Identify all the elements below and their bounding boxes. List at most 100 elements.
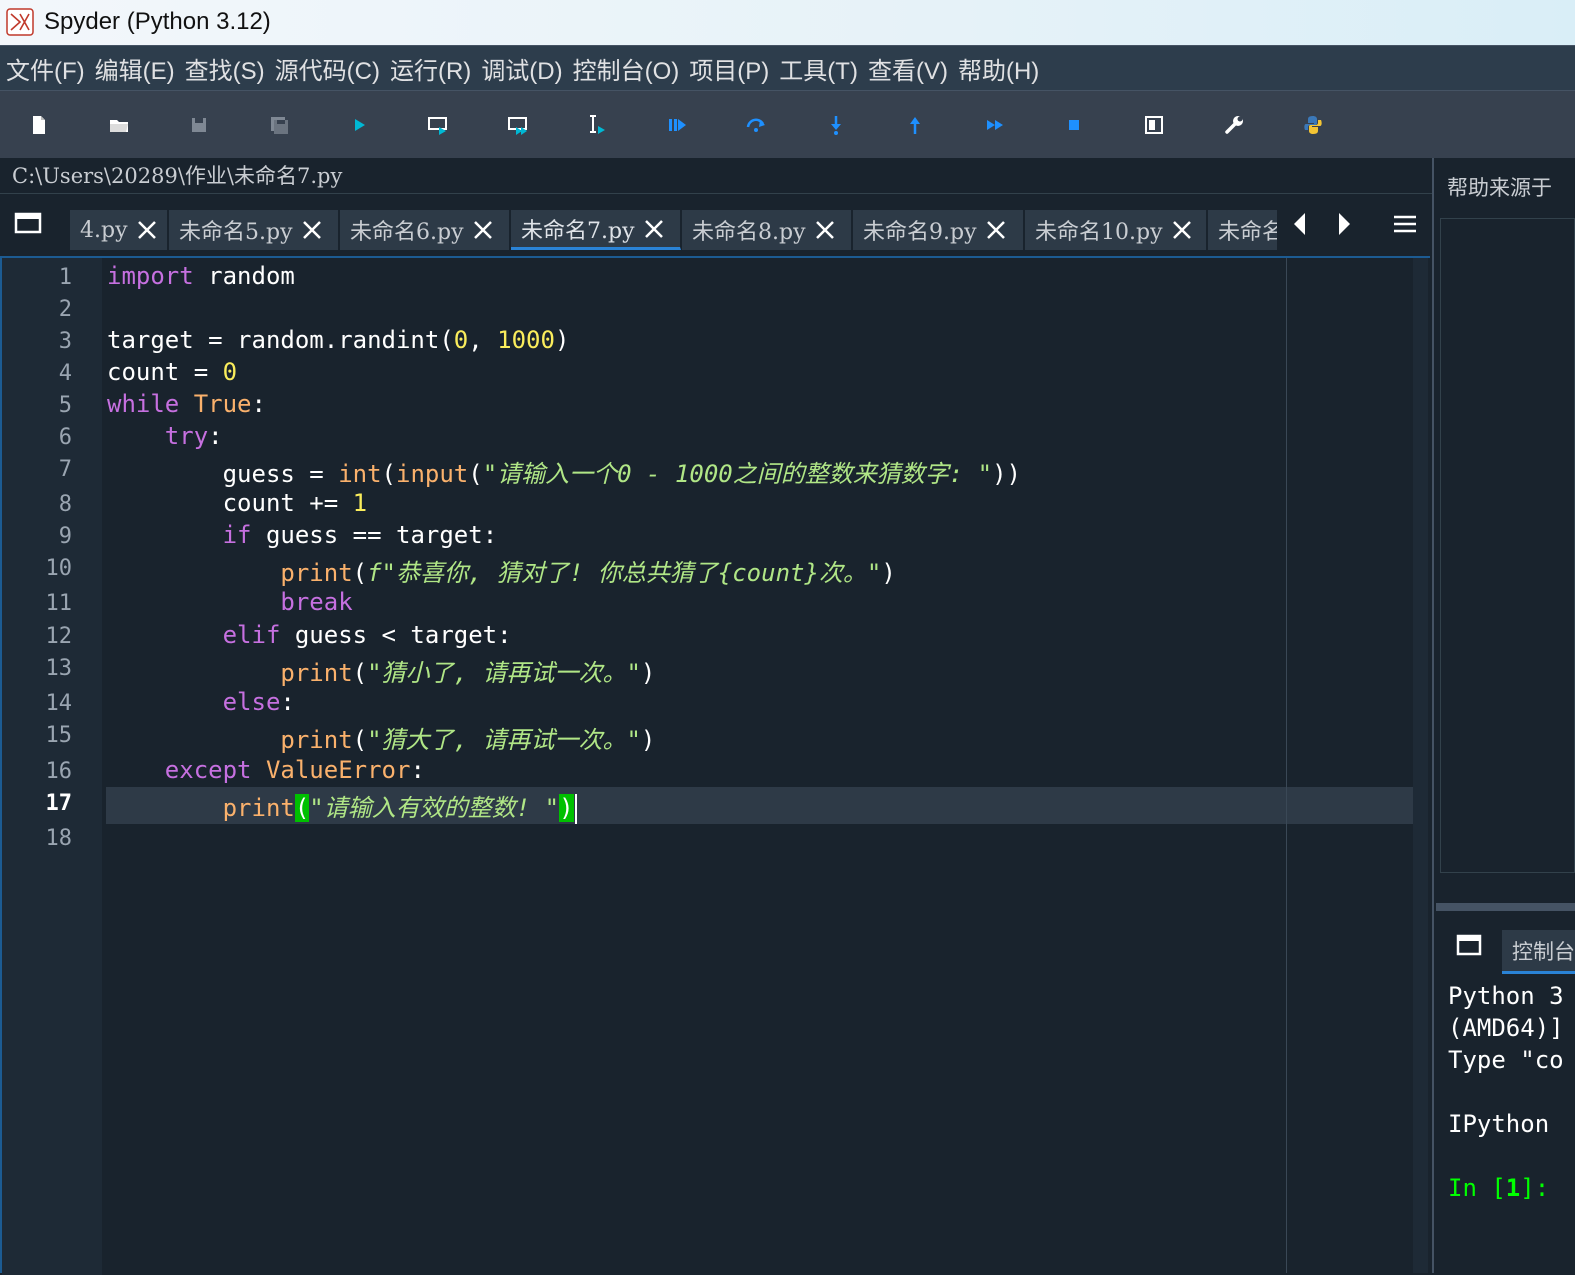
line-number: 1 — [58, 265, 72, 290]
code-line[interactable]: import random — [107, 262, 295, 290]
code-line[interactable]: break — [107, 588, 352, 616]
code-line[interactable]: print("猜小了, 请再试一次。") — [107, 653, 655, 688]
run-icon — [355, 119, 365, 131]
tab-label: 未命名6.py — [350, 220, 464, 245]
console-prompt: In [1]: — [1448, 1174, 1550, 1202]
console-output-line: IPython — [1448, 1110, 1550, 1138]
tab-label: 未命名 — [1218, 220, 1278, 245]
close-icon[interactable] — [1171, 219, 1193, 241]
editor-tab[interactable]: 未命名6.py — [340, 210, 510, 250]
editor-tab-active[interactable]: 未命名7.py — [511, 210, 681, 250]
menu-console[interactable]: 控制台(O) — [573, 51, 680, 86]
edge-line — [1286, 258, 1287, 1273]
editor-tab-bar: 4.py 未命名5.py 未命名6.py 未命名7.py 未命名8.py 未命名… — [0, 194, 1432, 256]
maximize-pane-button[interactable] — [1139, 111, 1169, 139]
scroll-tabs-right-icon[interactable] — [1334, 210, 1354, 238]
code-line[interactable]: if guess == target: — [107, 521, 498, 549]
run-cell-button[interactable] — [423, 111, 453, 139]
python-path-button[interactable] — [1298, 111, 1328, 139]
menu-help[interactable]: 帮助(H) — [958, 51, 1039, 86]
editor-tab[interactable]: 未命名10.py — [1025, 210, 1207, 250]
tab-label: 未命名10.py — [1035, 220, 1163, 245]
code-line[interactable]: except ValueError: — [107, 756, 425, 784]
line-number: 18 — [45, 826, 73, 851]
title-bar: Spyder (Python 3.12) — [0, 0, 1575, 45]
continue-icon — [987, 120, 1003, 130]
code-line[interactable]: print(f"恭喜你, 猜对了! 你总共猜了{count}次。") — [107, 553, 895, 588]
dock-splitter[interactable] — [1436, 903, 1575, 911]
line-number: 10 — [45, 556, 73, 581]
code-line[interactable]: count = 0 — [107, 358, 237, 386]
menu-file[interactable]: 文件(F) — [6, 51, 85, 86]
line-number: 6 — [58, 425, 72, 450]
editor-tab[interactable]: 未命名8.py — [682, 210, 852, 250]
console-tab[interactable]: 控制台 — [1502, 930, 1575, 974]
close-icon[interactable] — [472, 219, 494, 241]
code-line[interactable]: guess = int(input("请输入一个0 - 1000之间的整数来猜数… — [107, 454, 1021, 489]
stop-button[interactable] — [1059, 111, 1089, 139]
menu-debug[interactable]: 调试(D) — [481, 51, 562, 86]
close-icon[interactable] — [301, 219, 323, 241]
tab-label: 未命名7.py — [521, 218, 635, 244]
stop-icon — [1069, 120, 1079, 130]
save-icon — [192, 118, 206, 132]
editor-tab[interactable]: 未命名 — [1208, 210, 1278, 250]
new-file-icon — [33, 116, 45, 134]
code-line[interactable]: target = random.randint(0, 1000) — [107, 326, 569, 354]
menu-search[interactable]: 查找(S) — [185, 51, 265, 86]
python-icon — [1304, 116, 1322, 134]
code-line[interactable]: while True: — [107, 390, 266, 418]
code-line[interactable]: count += 1 — [107, 489, 368, 517]
menu-edit[interactable]: 编辑(E) — [95, 51, 175, 86]
menu-tools[interactable]: 工具(T) — [779, 51, 858, 86]
code-line[interactable]: print("猜大了, 请再试一次。") — [107, 720, 655, 755]
close-icon[interactable] — [985, 219, 1007, 241]
line-number-current: 17 — [45, 791, 73, 816]
step-over-button[interactable] — [741, 111, 771, 139]
line-number: 4 — [58, 361, 72, 386]
tab-label: 未命名8.py — [692, 220, 806, 245]
main-toolbar — [0, 91, 1575, 158]
run-cell-advance-button[interactable] — [503, 111, 533, 139]
line-number: 7 — [58, 457, 72, 482]
preferences-button[interactable] — [1219, 111, 1249, 139]
browse-tabs-icon[interactable] — [1456, 934, 1484, 958]
menu-source[interactable]: 源代码(C) — [275, 51, 380, 86]
options-menu-icon[interactable] — [1392, 210, 1418, 238]
step-into-button[interactable] — [821, 111, 851, 139]
open-file-button[interactable] — [104, 111, 134, 139]
close-icon[interactable] — [814, 219, 836, 241]
maximize-pane-icon — [1145, 116, 1163, 134]
code-line[interactable]: else: — [107, 688, 295, 716]
line-number: 13 — [45, 656, 73, 681]
close-icon[interactable] — [643, 218, 665, 240]
help-pane — [1440, 218, 1575, 873]
run-selection-button[interactable] — [582, 111, 612, 139]
code-line[interactable]: elif guess < target: — [107, 621, 512, 649]
save-button[interactable] — [184, 111, 214, 139]
editor-scrollbar[interactable] — [1413, 258, 1428, 1273]
close-icon[interactable] — [136, 219, 158, 241]
line-number: 15 — [45, 723, 73, 748]
line-number: 8 — [58, 492, 72, 517]
save-all-button[interactable] — [264, 111, 294, 139]
line-number: 11 — [45, 591, 73, 616]
editor-tab[interactable]: 未命名9.py — [853, 210, 1024, 250]
run-button[interactable] — [344, 111, 374, 139]
debug-button[interactable] — [662, 111, 692, 139]
code-line[interactable]: try: — [107, 422, 223, 450]
menu-projects[interactable]: 项目(P) — [689, 51, 769, 86]
code-line[interactable]: print("请输入有效的整数! ") — [107, 788, 577, 824]
browse-tabs-icon[interactable] — [14, 211, 44, 237]
menu-view[interactable]: 查看(V) — [868, 51, 948, 86]
scroll-tabs-left-icon[interactable] — [1290, 210, 1310, 238]
step-over-icon — [746, 118, 765, 132]
editor-tab[interactable]: 未命名5.py — [169, 210, 339, 250]
save-all-icon — [271, 117, 288, 134]
editor-tab[interactable]: 4.py — [70, 210, 168, 250]
ipython-console[interactable]: Python 3 (AMD64)] Type "co IPython In [1… — [1440, 976, 1575, 1273]
menu-run[interactable]: 运行(R) — [390, 51, 471, 86]
continue-button[interactable] — [980, 111, 1010, 139]
new-file-button[interactable] — [24, 111, 54, 139]
step-return-button[interactable] — [900, 111, 930, 139]
